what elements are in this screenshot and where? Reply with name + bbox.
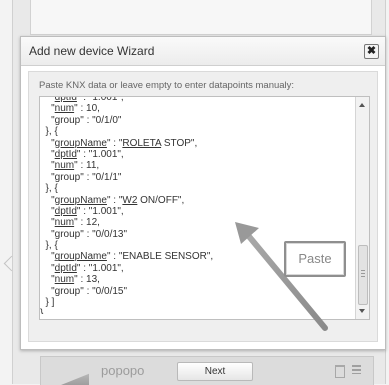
- code-token: " : 10,: [74, 103, 100, 115]
- code-token: ": [40, 262, 55, 274]
- scroll-thumb[interactable]: [358, 245, 368, 305]
- grip-icon: [361, 270, 365, 278]
- device-thumbnail: [61, 373, 89, 385]
- code-token-underlined: groupName: [54, 251, 107, 263]
- code-token-underlined: groupName: [54, 194, 107, 206]
- code-token: ": [40, 148, 55, 160]
- code-line: }, {: [40, 126, 354, 137]
- trash-icon[interactable]: [335, 365, 345, 378]
- code-token: ": [40, 103, 55, 115]
- code-token: " : 12,: [74, 217, 100, 229]
- add-device-wizard-dialog: Add new device Wizard ✖ Paste KNX data o…: [20, 36, 386, 381]
- code-token: }, {: [40, 126, 58, 138]
- code-token: " : "1.001",: [76, 262, 124, 274]
- code-token: " : ": [106, 194, 123, 206]
- code-token: " : 11,: [74, 160, 100, 172]
- code-token: " : ": [106, 137, 123, 149]
- code-token-underlined: dptId: [54, 205, 77, 217]
- code-token: ": [40, 251, 55, 263]
- code-line: "dptId" : "1.001",: [40, 206, 354, 217]
- code-token: }, {: [40, 183, 58, 195]
- dialog-title: Add new device Wizard: [29, 44, 155, 58]
- code-token: "group" : "0/1/1": [40, 171, 122, 183]
- code-token-underlined: dptId: [54, 262, 77, 274]
- dialog-header: Add new device Wizard ✖: [21, 37, 385, 66]
- code-token: ": [40, 274, 55, 286]
- code-line: "num" : 11,: [40, 160, 354, 171]
- code-line: "dptId" : "1.001",: [40, 96, 354, 103]
- code-token: STOP",: [161, 137, 198, 149]
- code-token: "group" : "0/0/15": [40, 285, 128, 297]
- scroll-up-icon[interactable]: [359, 103, 365, 107]
- code-token: ": [40, 205, 55, 217]
- code-line: "groupName" : "W2 ON/OFF",: [40, 195, 354, 206]
- next-button[interactable]: Next: [177, 362, 253, 381]
- background-device-card: [30, 0, 372, 35]
- code-token: " : "1.001",: [76, 96, 124, 103]
- code-token-underlined: groupName: [54, 137, 107, 149]
- code-token-underlined: dptId: [54, 96, 77, 103]
- code-token: ": [40, 137, 55, 149]
- code-token: " : "1.001",: [76, 148, 124, 160]
- code-token: " : "ENABLE SENSOR",: [106, 251, 214, 263]
- scroll-down-icon[interactable]: [359, 309, 365, 313]
- code-token-underlined: W2: [122, 194, 138, 206]
- code-token-underlined: num: [54, 103, 75, 115]
- close-button[interactable]: ✖: [364, 44, 379, 59]
- code-line: "group" : "0/1/1": [40, 172, 354, 183]
- instruction-text: Paste KNX data or leave empty to enter d…: [39, 80, 295, 91]
- menu-icon[interactable]: [352, 365, 361, 374]
- scrollbar[interactable]: [355, 97, 369, 319]
- code-token-underlined: num: [54, 274, 75, 286]
- code-token: ": [40, 96, 55, 103]
- code-line: "groupName" : "ROLETA STOP",: [40, 138, 354, 149]
- code-token-underlined: num: [54, 217, 75, 229]
- code-token-underlined: num: [54, 160, 75, 172]
- code-token: "group" : "0/0/13": [40, 228, 128, 240]
- code-line: "group" : "0/1/0": [40, 115, 354, 126]
- code-token: ": [40, 160, 55, 172]
- dialog-body: Paste KNX data or leave empty to enter d…: [28, 71, 378, 381]
- annotation-arrow-icon: [235, 222, 328, 331]
- code-token: " : "1.001",: [76, 205, 124, 217]
- code-line: "dptId" : "1.001",: [40, 149, 354, 160]
- code-token-underlined: ROLETA: [122, 137, 162, 149]
- code-line: "num" : 10,: [40, 103, 354, 114]
- device-label: popopo: [101, 363, 145, 378]
- code-token: ": [40, 217, 55, 229]
- code-token: } ]: [40, 297, 55, 309]
- paste-callout: Paste: [284, 241, 346, 277]
- code-token: }, {: [40, 240, 58, 252]
- code-line: }, {: [40, 183, 354, 194]
- code-token: }: [40, 308, 44, 314]
- code-token-underlined: dptId: [54, 148, 77, 160]
- code-token: ": [40, 194, 55, 206]
- code-token: " : 13,: [74, 274, 100, 286]
- code-token: "group" : "0/1/0": [40, 114, 122, 126]
- code-token: ON/OFF",: [137, 194, 185, 206]
